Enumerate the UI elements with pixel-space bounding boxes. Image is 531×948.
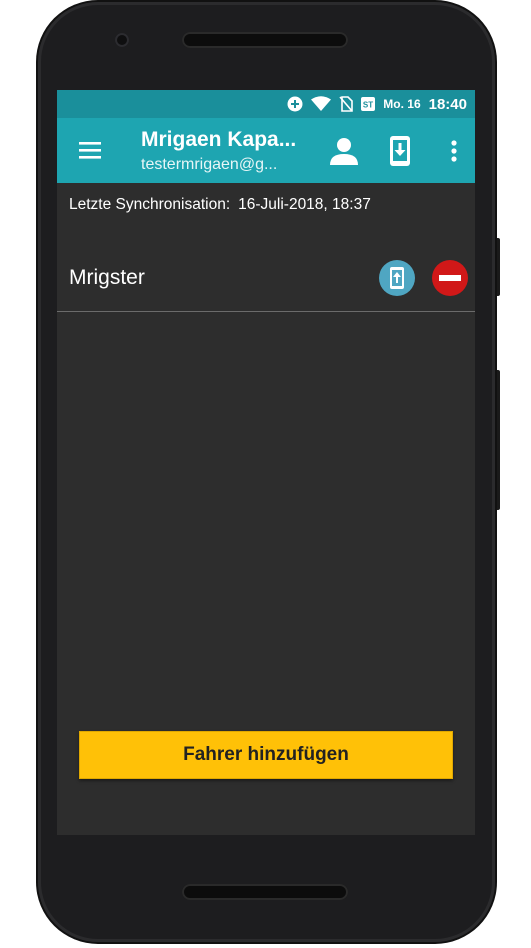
driver-list-item[interactable]: Mrigster [57, 250, 475, 312]
account-email: testermrigaen@g... [141, 156, 278, 173]
add-driver-button[interactable]: Fahrer hinzufügen [79, 731, 453, 779]
screen: ST Mo. 16 18:40 Mrigaen Kapa... testermr… [57, 90, 475, 835]
last-sync-label: Letzte Synchronisation: [69, 196, 231, 213]
last-sync-info: Letzte Synchronisation: 16-Juli-2018, 18:… [69, 196, 371, 214]
driver-name: Mrigster [69, 266, 145, 289]
status-date: Mo. 16 [383, 97, 421, 111]
upload-driver-button[interactable] [379, 260, 415, 296]
account-name: Mrigaen Kapa... [141, 128, 297, 151]
menu-icon [79, 142, 101, 159]
front-camera [115, 33, 129, 47]
power-button [495, 370, 500, 510]
wifi-icon [311, 96, 332, 112]
top-speaker [182, 32, 348, 48]
download-icon [390, 136, 410, 166]
person-icon [330, 138, 358, 165]
svg-text:ST: ST [363, 101, 373, 110]
menu-button[interactable] [77, 138, 103, 162]
profile-button[interactable] [327, 134, 361, 168]
more-options-button[interactable] [437, 134, 471, 168]
status-time: 18:40 [428, 95, 467, 113]
add-circle-icon [287, 96, 303, 112]
status-bar: ST Mo. 16 18:40 [57, 90, 475, 118]
st-notification-icon: ST [361, 97, 376, 111]
account-header: Mrigaen Kapa... testermrigaen@g... [141, 126, 311, 176]
remove-driver-button[interactable] [432, 260, 468, 296]
remove-icon [432, 260, 468, 296]
upload-icon [379, 260, 415, 296]
bottom-speaker [182, 884, 348, 900]
download-button[interactable] [383, 134, 417, 168]
more-vert-icon [451, 140, 457, 162]
last-sync-value: 16-Juli-2018, 18:37 [238, 196, 371, 213]
no-sim-icon [339, 96, 354, 112]
app-bar: Mrigaen Kapa... testermrigaen@g... [57, 118, 475, 183]
volume-button [495, 238, 500, 296]
